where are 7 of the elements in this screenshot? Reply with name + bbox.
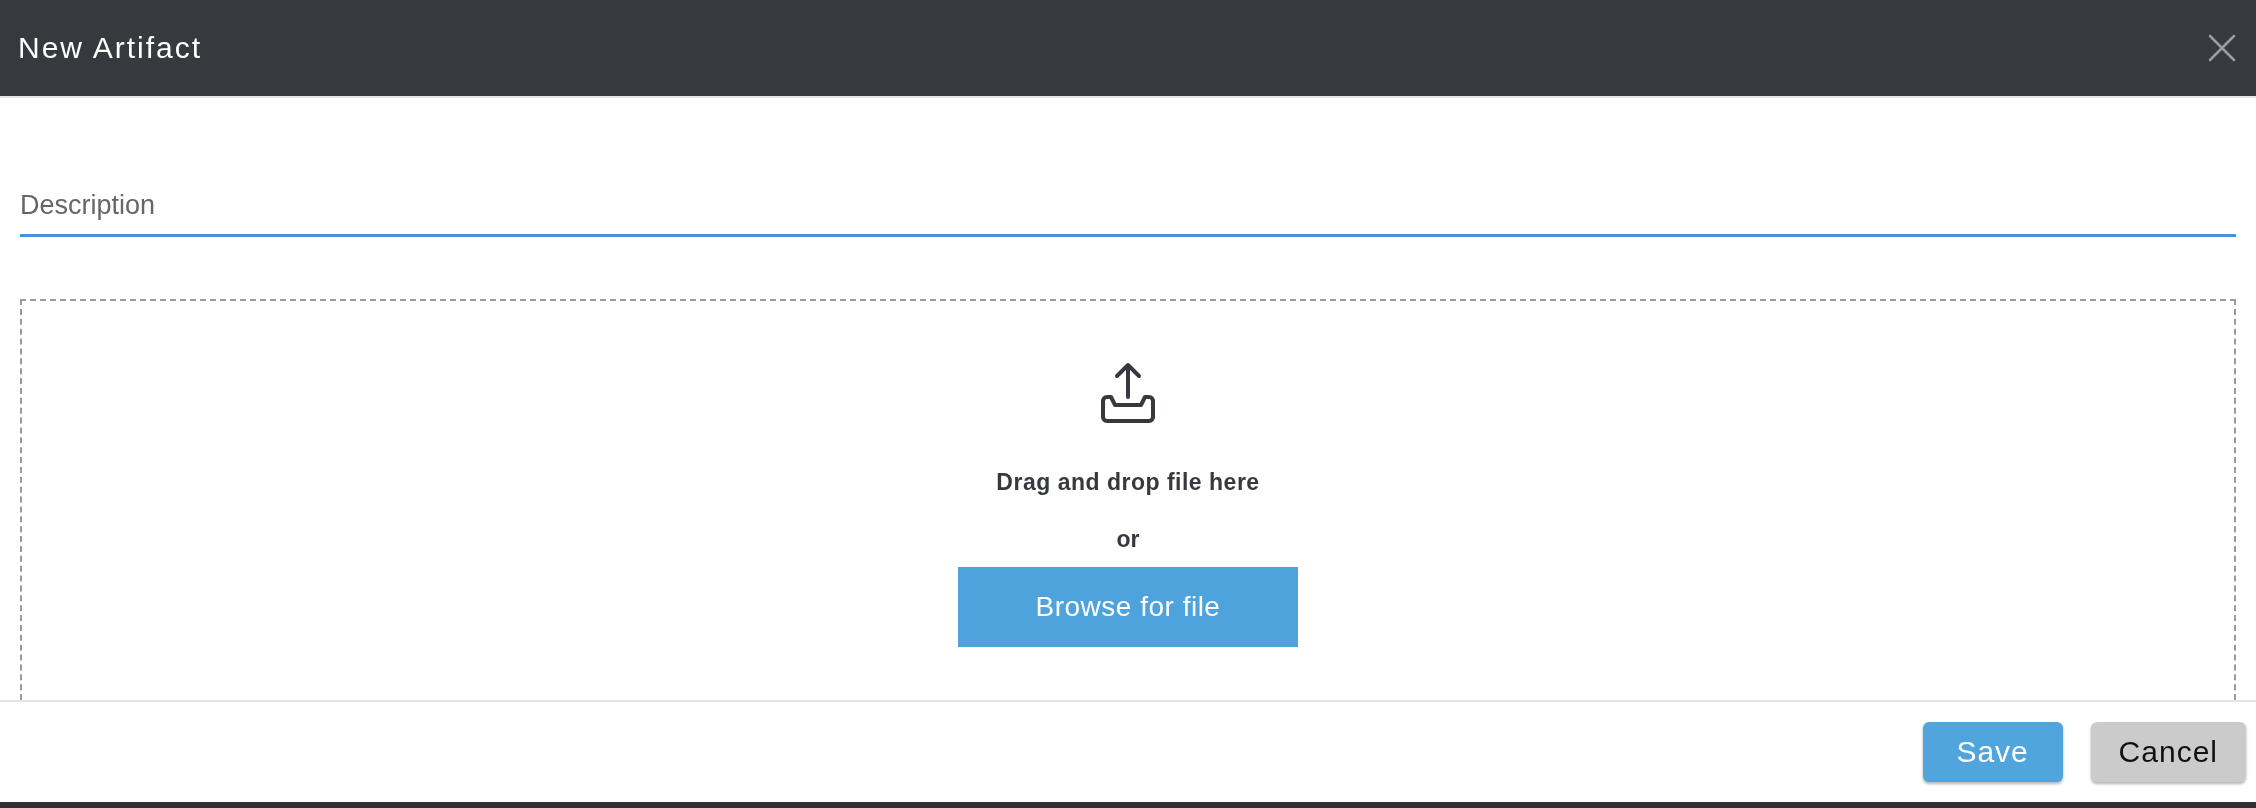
or-text: or: [1116, 526, 1140, 553]
browse-button[interactable]: Browse for file: [958, 567, 1298, 647]
drop-prompt: Drag and drop file here: [996, 469, 1260, 496]
close-icon: [2208, 34, 2236, 62]
save-button[interactable]: Save: [1922, 722, 2063, 782]
cancel-button[interactable]: Cancel: [2090, 722, 2246, 782]
dialog-title: New Artifact: [18, 31, 203, 65]
